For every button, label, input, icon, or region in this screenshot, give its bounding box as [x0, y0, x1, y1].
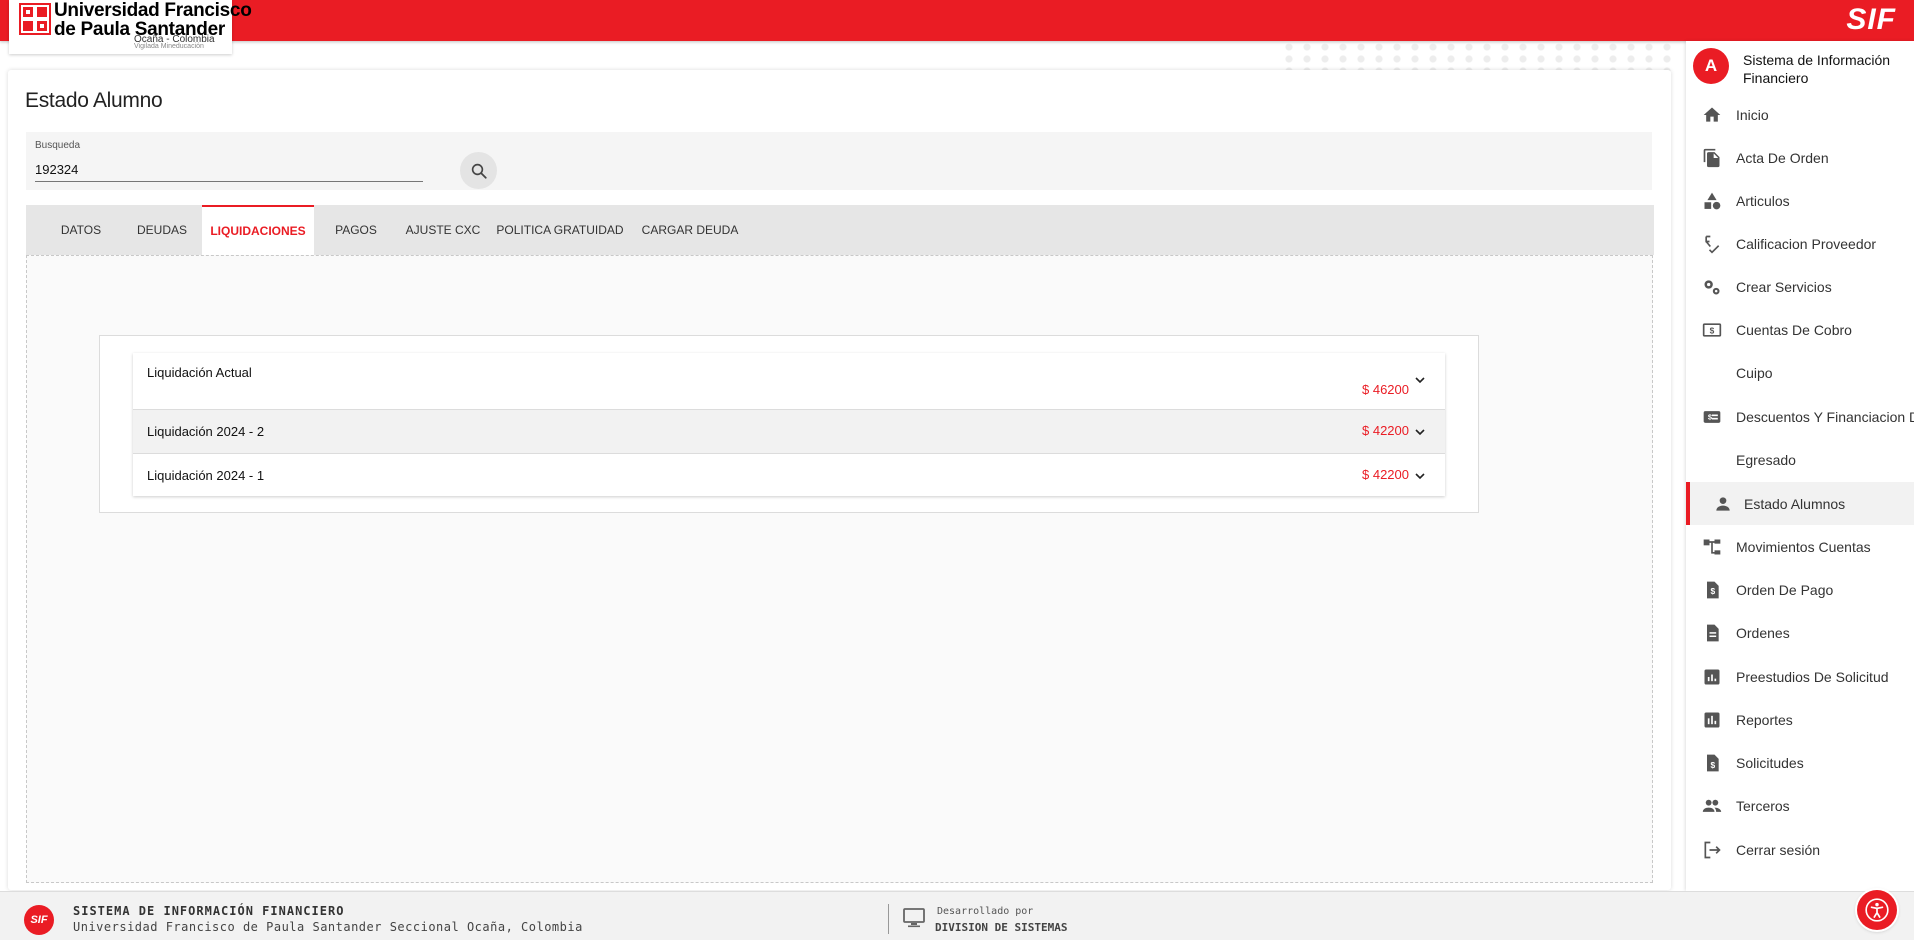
sidebar-item-label: Solicitudes [1736, 754, 1804, 771]
sidebar-item-terceros[interactable]: Terceros [1686, 784, 1914, 827]
tab-cargar-deuda[interactable]: CARGAR DEUDA [640, 205, 740, 255]
sidebar-item-label: Movimientos Cuentas [1736, 538, 1871, 555]
footer-subtitle: Universidad Francisco de Paula Santander… [73, 920, 583, 934]
sidebar-item-label: Cerrar sesión [1736, 841, 1821, 858]
sidebar-item-solicitudes[interactable]: $ Solicitudes [1686, 741, 1914, 784]
accessibility-icon [1865, 898, 1889, 922]
computer-icon [903, 908, 925, 928]
footer-division: DIVISION DE SISTEMAS [935, 921, 1068, 934]
top-bar [0, 0, 1914, 41]
analytics-icon [1701, 666, 1723, 688]
sidebar-item-label: Articulos [1736, 192, 1790, 209]
sidebar-item-label: Descuentos Y Financiacion De [1736, 408, 1914, 425]
account-tree-icon [1701, 536, 1723, 558]
sidebar-item-acta-de-orden[interactable]: Acta De Orden [1686, 136, 1914, 179]
sidebar-item-label: Egresado [1736, 451, 1796, 468]
sidebar-item-label: Calificacion Proveedor [1736, 235, 1877, 252]
sidebar-item-crear-servicios[interactable]: Crear Servicios [1686, 265, 1914, 308]
sidebar-item-articulos[interactable]: Articulos [1686, 179, 1914, 222]
sidebar-title: Sistema de Información Financiero [1743, 52, 1891, 86]
document-copy-icon [1701, 147, 1723, 169]
sidebar-item-label: Preestudios De Solicitud [1736, 668, 1889, 685]
liquidacion-amount: $ 42200 [1362, 467, 1409, 482]
sidebar-item-label: Crear Servicios [1736, 278, 1832, 295]
sidebar-item-label: Inicio [1736, 106, 1769, 123]
liquidaciones-list: Liquidación Actual $ 46200 Liquidación 2… [133, 353, 1445, 496]
price-tag-icon: $ [1701, 406, 1723, 428]
sidebar-item-egresado[interactable]: Egresado [1686, 438, 1914, 481]
tab-deudas[interactable]: DEUDAS [130, 205, 194, 255]
tab-pagos[interactable]: PAGOS [326, 205, 386, 255]
sidebar-item-cuipo[interactable]: Cuipo [1686, 351, 1914, 394]
sidebar-item-movimientos-cuentas[interactable]: Movimientos Cuentas [1686, 525, 1914, 568]
liquidacion-item[interactable]: Liquidación 2024 - 1 $ 42200 [133, 454, 1445, 496]
decorative-dots [1280, 41, 1680, 71]
liquidacion-label: Liquidación 2024 - 2 [147, 424, 265, 439]
sif-brand-logo: SIF [1846, 3, 1896, 36]
university-vigilance: Vigilada Mineducación [134, 43, 204, 50]
liquidacion-amount: $ 42200 [1362, 423, 1409, 438]
sidebar-item-cuentas-de-cobro[interactable]: $ Cuentas De Cobro [1686, 308, 1914, 351]
request-page-icon: $ [1701, 752, 1723, 774]
sidebar-item-cerrar-sesion[interactable]: Cerrar sesión [1686, 828, 1914, 871]
search-input[interactable] [35, 157, 423, 182]
person-icon [1712, 493, 1734, 515]
ufps-logo-icon [19, 3, 51, 35]
accessibility-button[interactable] [1857, 890, 1897, 930]
request-quote-icon: $ [1701, 579, 1723, 601]
chevron-down-icon [1415, 473, 1425, 480]
sidebar-item-reportes[interactable]: Reportes [1686, 698, 1914, 741]
sidebar-item-label: Cuipo [1736, 364, 1773, 381]
gears-icon [1701, 276, 1723, 298]
sidebar-item-descuentos[interactable]: $ Descuentos Y Financiacion De [1686, 395, 1914, 438]
footer-title: SISTEMA DE INFORMACIÓN FINANCIERO [73, 904, 345, 918]
sidebar-item-orden-de-pago[interactable]: $ Orden De Pago [1686, 568, 1914, 611]
chevron-down-icon [1415, 377, 1425, 384]
description-icon [1701, 622, 1723, 644]
tab-ajuste-cxc[interactable]: AJUSTE CXC [400, 205, 486, 255]
sidebar-item-calificacion-proveedor[interactable]: Calificacion Proveedor [1686, 222, 1914, 265]
sidebar-item-ordenes[interactable]: Ordenes [1686, 611, 1914, 654]
bar-chart-icon [1701, 709, 1723, 731]
home-icon [1701, 104, 1723, 126]
sidebar-item-label: Acta De Orden [1736, 149, 1829, 166]
money-icon: $ [1701, 319, 1723, 341]
people-icon [1701, 795, 1723, 817]
tab-politica-gratuidad[interactable]: POLITICA GRATUIDAD [496, 205, 624, 255]
search-label: Busqueda [35, 140, 81, 151]
sidebar-item-label: Terceros [1736, 797, 1790, 814]
search-icon [471, 163, 487, 179]
search-button[interactable] [460, 152, 497, 189]
svg-text:$: $ [1711, 586, 1716, 596]
liquidacion-item[interactable]: Liquidación 2024 - 2 $ 42200 [133, 410, 1445, 454]
liquidacion-item[interactable]: Liquidación Actual $ 46200 [133, 353, 1445, 410]
sidebar-item-label: Reportes [1736, 711, 1793, 728]
sidebar-item-estado-alumnos[interactable]: Estado Alumnos [1686, 482, 1914, 525]
svg-text:$: $ [1710, 325, 1715, 335]
tab-liquidaciones[interactable]: LIQUIDACIONES [202, 205, 314, 255]
sidebar-item-label: Estado Alumnos [1744, 495, 1846, 512]
tab-datos[interactable]: DATOS [50, 205, 112, 255]
spellcheck-icon [1701, 233, 1723, 255]
sidebar-item-inicio[interactable]: Inicio [1686, 93, 1914, 136]
logout-icon [1701, 839, 1723, 861]
footer-developed-by: Desarrollado por [937, 906, 1034, 917]
footer-divider [888, 904, 889, 934]
sidebar-item-label: Ordenes [1736, 624, 1790, 641]
avatar[interactable]: A [1693, 48, 1729, 84]
page-title: Estado Alumno [25, 89, 163, 112]
sidebar-item-label: Cuentas De Cobro [1736, 321, 1852, 338]
svg-text:$: $ [1711, 760, 1716, 770]
footer-sif-logo: SIF [24, 905, 54, 935]
shapes-icon [1701, 190, 1723, 212]
chevron-down-icon [1415, 429, 1425, 436]
liquidacion-label: Liquidación Actual [147, 365, 252, 380]
liquidacion-label: Liquidación 2024 - 1 [147, 468, 265, 483]
sidebar-item-label: Orden De Pago [1736, 581, 1834, 598]
liquidacion-amount: $ 46200 [1362, 382, 1409, 397]
sidebar-item-preestudios[interactable]: Preestudios De Solicitud [1686, 655, 1914, 698]
